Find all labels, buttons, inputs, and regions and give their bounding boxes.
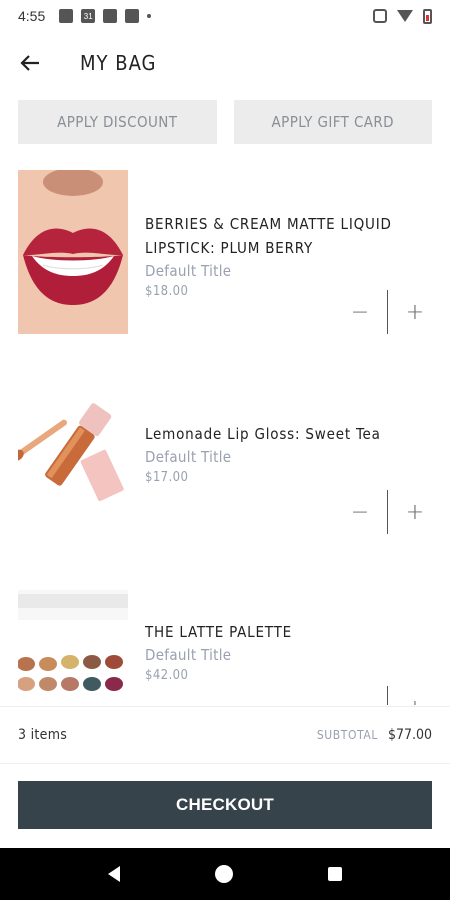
eyeshadow-palette-image[interactable] [18, 590, 128, 705]
bag-actions: APPLY DISCOUNT APPLY GIFT CARD [18, 100, 432, 144]
item-price: $42.00 [145, 668, 189, 683]
image-notification-icon [59, 9, 74, 23]
vibrate-icon [373, 9, 387, 23]
eyeshadow-palette-svg [18, 590, 128, 705]
lip-gloss-image[interactable] [18, 398, 128, 508]
quantity-stepper: − + [345, 290, 430, 334]
cart-item: Lemonade Lip Gloss: Sweet Tea Default Ti… [0, 390, 450, 590]
back-arrow-icon[interactable] [0, 38, 60, 88]
status-bar: 4:55 31 [0, 0, 450, 32]
decrease-quantity-button[interactable]: − [345, 497, 375, 527]
apply-discount-button[interactable]: APPLY DISCOUNT [18, 100, 217, 144]
wifi-icon [397, 10, 413, 22]
cart-item: THE LATTE PALETTE Default Title $42.00 −… [0, 590, 450, 705]
stepper-divider [387, 490, 388, 534]
lip-gloss-svg [18, 398, 128, 508]
system-nav-bar [0, 848, 450, 900]
item-info: Lemonade Lip Gloss: Sweet Tea Default Ti… [145, 422, 405, 485]
stepper-divider [387, 686, 388, 705]
lipstick-lips-image[interactable] [18, 170, 128, 334]
item-name[interactable]: THE LATTE PALETTE [145, 620, 405, 644]
more-notifications-icon [147, 14, 152, 18]
calendar-notification-icon: 31 [81, 9, 96, 23]
cart-item: BERRIES & CREAM MATTE LIQUID LIPSTICK: P… [0, 170, 450, 370]
app-notification-icon [103, 9, 118, 23]
status-time: 4:55 [18, 8, 46, 24]
item-price: $17.00 [145, 470, 189, 485]
nav-recents-icon[interactable] [328, 867, 343, 881]
status-left: 4:55 31 [18, 8, 152, 24]
battery-icon [423, 8, 432, 24]
item-count: 3 items [18, 727, 68, 743]
item-info: THE LATTE PALETTE Default Title $42.00 [145, 620, 405, 683]
cart-item-list[interactable]: BERRIES & CREAM MATTE LIQUID LIPSTICK: P… [0, 170, 450, 705]
stepper-divider [387, 290, 388, 334]
back-arrow-svg [20, 55, 39, 71]
checkout-button[interactable]: CHECKOUT [18, 781, 432, 829]
item-name[interactable]: Lemonade Lip Gloss: Sweet Tea [145, 422, 405, 446]
item-info: BERRIES & CREAM MATTE LIQUID LIPSTICK: P… [145, 212, 405, 299]
subtotal-label: SUBTOTAL [316, 728, 378, 742]
quantity-stepper: − + [345, 490, 430, 534]
item-variant: Default Title [145, 262, 232, 280]
page-title: MY BAG [80, 51, 157, 75]
increase-quantity-button[interactable]: + [400, 297, 430, 327]
item-name[interactable]: BERRIES & CREAM MATTE LIQUID LIPSTICK: P… [145, 212, 405, 260]
item-variant: Default Title [145, 646, 232, 664]
quantity-stepper: − + [345, 686, 430, 705]
increase-quantity-button[interactable]: + [400, 497, 430, 527]
calendar-day: 31 [83, 11, 93, 21]
lipstick-lips-svg [18, 170, 128, 334]
increase-quantity-button[interactable]: + [400, 693, 430, 706]
app-notification-icon-2 [125, 9, 140, 23]
nav-back-icon[interactable] [107, 866, 120, 882]
decrease-quantity-button[interactable]: − [345, 693, 375, 706]
item-variant: Default Title [145, 448, 232, 466]
decrease-quantity-button[interactable]: − [345, 297, 375, 327]
bag-summary: 3 items SUBTOTAL $77.00 [0, 706, 450, 764]
subtotal-value: $77.00 [387, 727, 432, 743]
header: MY BAG [0, 38, 450, 88]
nav-home-icon[interactable] [214, 865, 233, 883]
status-right [373, 8, 432, 24]
apply-gift-card-button[interactable]: APPLY GIFT CARD [233, 100, 432, 144]
